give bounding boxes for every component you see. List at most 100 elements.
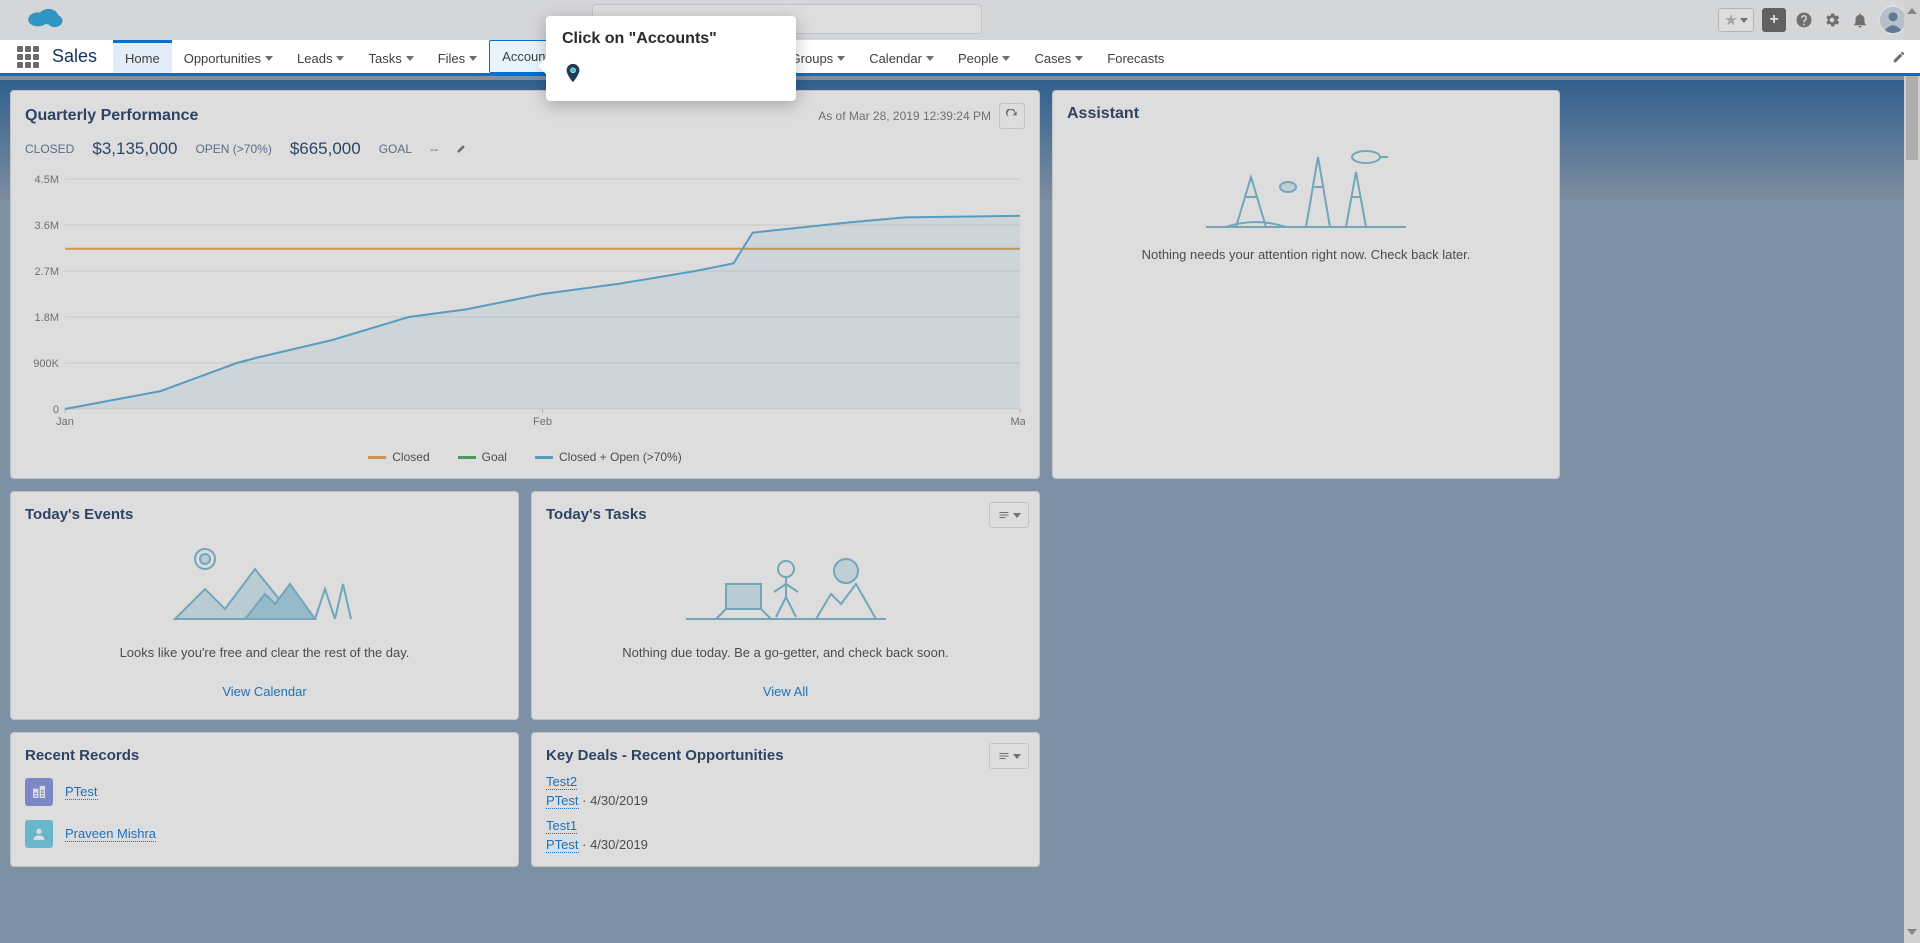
goal-label: GOAL bbox=[379, 142, 412, 156]
nav-item-forecasts[interactable]: Forecasts bbox=[1095, 40, 1176, 73]
nav-item-label: Tasks bbox=[368, 51, 401, 66]
svg-text:1.8M: 1.8M bbox=[35, 312, 59, 324]
recent-record-link[interactable]: Praveen Mishra bbox=[65, 826, 156, 842]
assistant-title: Assistant bbox=[1067, 105, 1545, 123]
assistant-card: Assistant Nothing needs your attention r… bbox=[1052, 90, 1560, 479]
recent-record-item: Praveen Mishra bbox=[25, 820, 504, 848]
deal-name-link[interactable]: Test1 bbox=[546, 818, 577, 834]
svg-text:3.6M: 3.6M bbox=[35, 220, 59, 232]
closed-value: $3,135,000 bbox=[92, 139, 177, 159]
view-all-tasks-link[interactable]: View All bbox=[546, 678, 1025, 705]
view-calendar-link[interactable]: View Calendar bbox=[25, 678, 504, 705]
open-label: OPEN (>70%) bbox=[195, 142, 271, 156]
global-create-button[interactable]: + bbox=[1762, 8, 1786, 32]
todays-tasks-card: Today's Tasks Nothing due today. Be a go… bbox=[531, 491, 1040, 720]
qp-chart: 0 900K 1.8M 2.7M 3.6M 4.5M Jan Feb Mar bbox=[25, 171, 1025, 444]
chart-legend: Closed Goal Closed + Open (>70%) bbox=[25, 444, 1025, 470]
nav-item-label: Files bbox=[438, 51, 465, 66]
user-icon bbox=[25, 820, 53, 848]
nav-item-opportunities[interactable]: Opportunities bbox=[172, 40, 285, 73]
legend-goal: Goal bbox=[482, 450, 507, 464]
nav-item-label: Leads bbox=[297, 51, 332, 66]
global-header: + bbox=[0, 0, 1920, 40]
tooltip-text: Click on "Accounts" bbox=[562, 30, 780, 48]
deal-account-link[interactable]: PTest bbox=[546, 793, 579, 809]
goal-value: -- bbox=[430, 142, 438, 156]
svg-text:2.7M: 2.7M bbox=[35, 266, 59, 278]
quarterly-performance-card: Quarterly Performance As of Mar 28, 2019… bbox=[10, 90, 1040, 479]
legend-closed: Closed bbox=[392, 450, 429, 464]
tasks-illustration bbox=[546, 539, 1025, 629]
todays-events-card: Today's Events Looks like you're free an… bbox=[10, 491, 519, 720]
nav-item-leads[interactable]: Leads bbox=[285, 40, 356, 73]
deals-actions-button[interactable] bbox=[989, 743, 1029, 769]
deal-name-link[interactable]: Test2 bbox=[546, 774, 577, 790]
salesforce-logo[interactable] bbox=[24, 3, 66, 38]
svg-text:0: 0 bbox=[53, 404, 59, 416]
svg-text:900K: 900K bbox=[33, 358, 59, 370]
chevron-down-icon[interactable] bbox=[336, 56, 344, 61]
refresh-button[interactable] bbox=[999, 103, 1025, 129]
qp-as-of-text: As of Mar 28, 2019 12:39:24 PM bbox=[818, 109, 991, 123]
recent-record-item: PTest bbox=[25, 778, 504, 806]
tasks-message: Nothing due today. Be a go-getter, and c… bbox=[546, 645, 1025, 660]
tasks-title: Today's Tasks bbox=[546, 506, 1025, 523]
nav-bar: Sales HomeOpportunitiesLeadsTasksFilesAc… bbox=[0, 40, 1920, 76]
favorites-button[interactable] bbox=[1718, 8, 1754, 32]
svg-text:Jan: Jan bbox=[56, 416, 74, 428]
guide-tooltip: Click on "Accounts" bbox=[546, 16, 796, 101]
chevron-down-icon[interactable] bbox=[837, 56, 845, 61]
tooltip-marker-icon bbox=[562, 62, 780, 89]
recent-title: Recent Records bbox=[25, 747, 504, 764]
chevron-down-icon[interactable] bbox=[469, 56, 477, 61]
nav-item-files[interactable]: Files bbox=[426, 40, 489, 73]
nav-item-label: Forecasts bbox=[1107, 51, 1164, 66]
recent-record-link[interactable]: PTest bbox=[65, 784, 98, 800]
nav-item-calendar[interactable]: Calendar bbox=[857, 40, 946, 73]
svg-text:4.5M: 4.5M bbox=[35, 174, 59, 186]
open-value: $665,000 bbox=[290, 139, 361, 159]
nav-item-label: Groups bbox=[791, 51, 834, 66]
nav-item-label: People bbox=[958, 51, 998, 66]
vertical-scrollbar[interactable] bbox=[1904, 0, 1920, 943]
qp-title: Quarterly Performance bbox=[25, 107, 198, 125]
content-area: Quarterly Performance As of Mar 28, 2019… bbox=[0, 80, 1920, 943]
svg-text:Feb: Feb bbox=[533, 416, 552, 428]
chevron-down-icon[interactable] bbox=[265, 56, 273, 61]
nav-item-label: Home bbox=[125, 51, 160, 66]
edit-nav-pencil-icon[interactable] bbox=[1878, 40, 1920, 73]
tasks-actions-button[interactable] bbox=[989, 502, 1029, 528]
nav-item-tasks[interactable]: Tasks bbox=[356, 40, 425, 73]
svg-text:Mar: Mar bbox=[1011, 416, 1025, 428]
chevron-down-icon[interactable] bbox=[1075, 56, 1083, 61]
nav-item-label: Calendar bbox=[869, 51, 922, 66]
edit-goal-pencil-icon[interactable] bbox=[456, 142, 470, 156]
chevron-down-icon[interactable] bbox=[926, 56, 934, 61]
deal-account-link[interactable]: PTest bbox=[546, 837, 579, 853]
notification-bell-icon[interactable] bbox=[1850, 10, 1870, 30]
chevron-down-icon[interactable] bbox=[406, 56, 414, 61]
account-icon bbox=[25, 778, 53, 806]
setup-gear-icon[interactable] bbox=[1822, 10, 1842, 30]
app-launcher-icon[interactable] bbox=[14, 40, 42, 73]
assistant-message: Nothing needs your attention right now. … bbox=[1067, 247, 1545, 270]
assistant-illustration bbox=[1067, 137, 1545, 237]
key-deals-card: Key Deals - Recent Opportunities Test2 PT… bbox=[531, 732, 1040, 867]
events-title: Today's Events bbox=[25, 506, 504, 523]
events-message: Looks like you're free and clear the res… bbox=[25, 645, 504, 660]
nav-item-cases[interactable]: Cases bbox=[1022, 40, 1095, 73]
nav-item-people[interactable]: People bbox=[946, 40, 1022, 73]
events-illustration bbox=[25, 539, 504, 629]
chevron-down-icon[interactable] bbox=[1002, 56, 1010, 61]
recent-records-card: Recent Records PTest Praveen Mishra bbox=[10, 732, 519, 867]
nav-item-home[interactable]: Home bbox=[113, 40, 172, 73]
nav-item-label: Cases bbox=[1034, 51, 1071, 66]
deals-title: Key Deals - Recent Opportunities bbox=[546, 747, 1025, 764]
nav-item-label: Opportunities bbox=[184, 51, 261, 66]
deal-item: Test2PTest · 4/30/2019 bbox=[546, 774, 1025, 808]
legend-combined: Closed + Open (>70%) bbox=[559, 450, 682, 464]
deal-item: Test1PTest · 4/30/2019 bbox=[546, 818, 1025, 852]
app-name: Sales bbox=[42, 40, 113, 73]
help-icon[interactable] bbox=[1794, 10, 1814, 30]
closed-label: CLOSED bbox=[25, 142, 74, 156]
